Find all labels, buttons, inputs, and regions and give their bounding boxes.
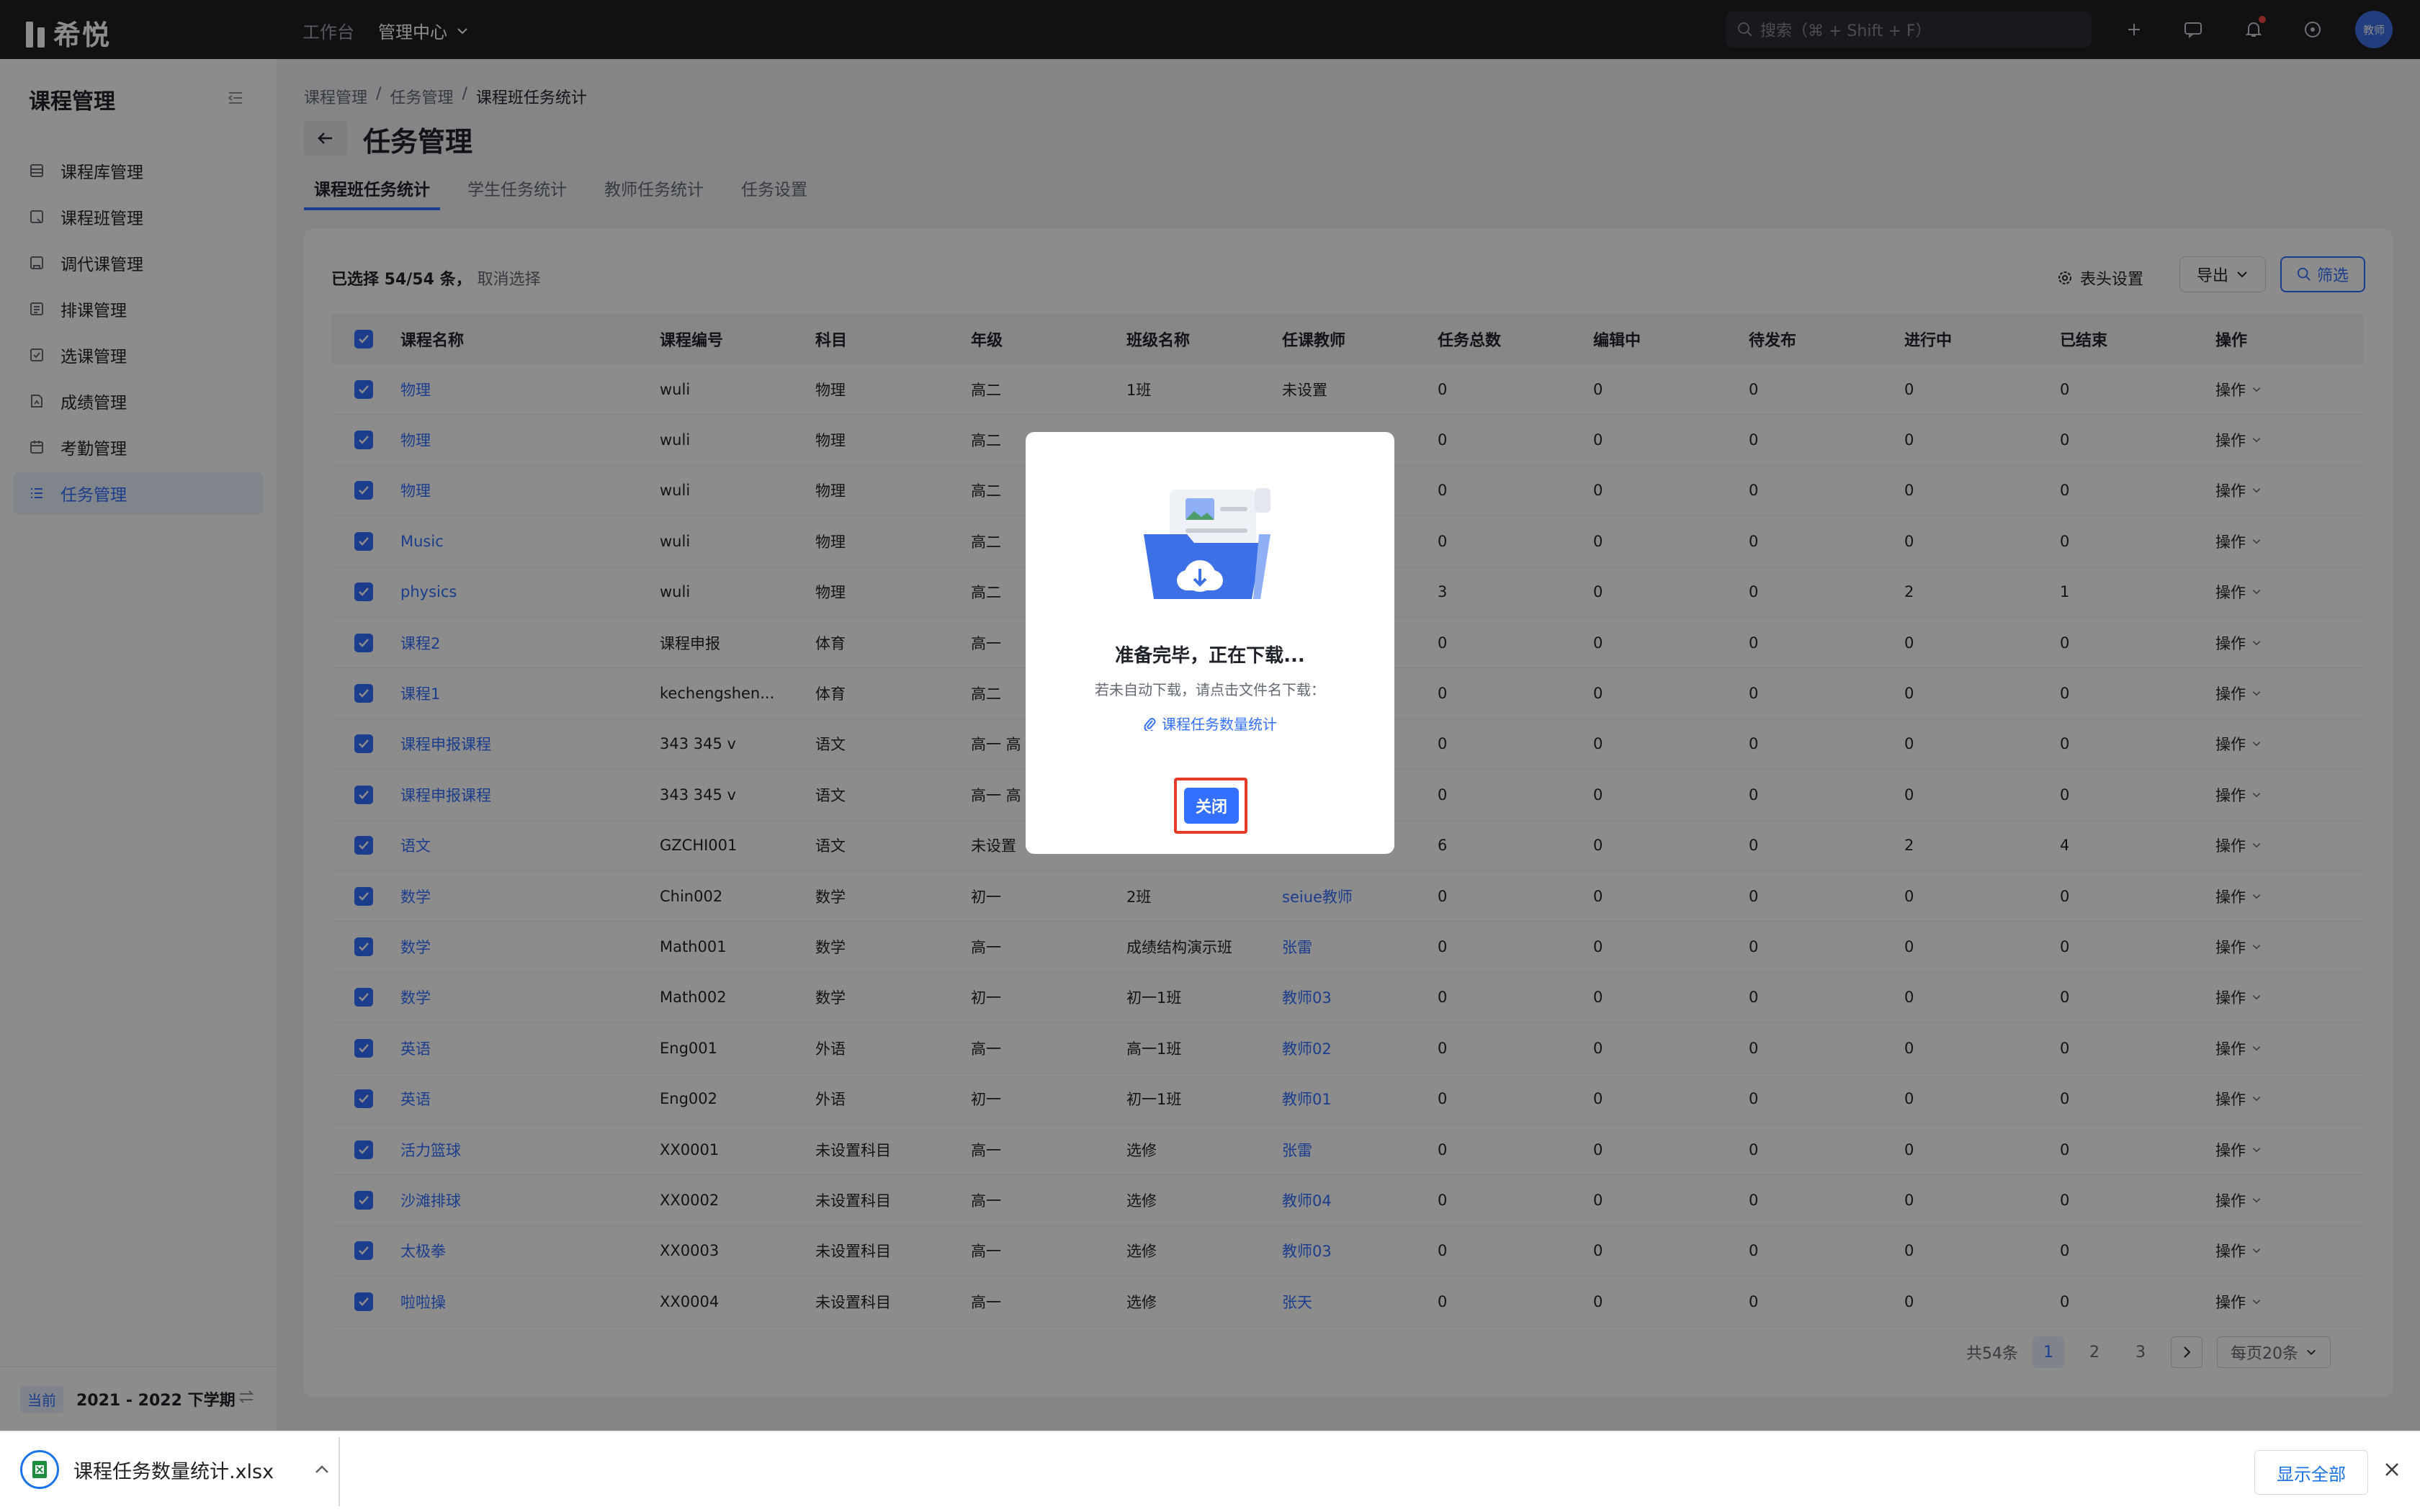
file-link-label: 课程任务数量统计 xyxy=(1162,716,1277,733)
browser-download-bar: 课程任务数量统计.xlsx 显示全部 xyxy=(0,1431,2420,1512)
show-all-button[interactable]: 显示全部 xyxy=(2254,1450,2368,1495)
divider xyxy=(339,1437,340,1506)
close-button-highlight: 关闭 xyxy=(1174,778,1247,834)
close-icon[interactable] xyxy=(2383,1460,2401,1479)
modal-subtitle: 若未自动下载，请点击文件名下载： xyxy=(1095,681,1325,698)
modal-title: 准备完毕，正在下载... xyxy=(1115,645,1305,667)
excel-file-icon xyxy=(20,1450,59,1489)
chevron-up-icon[interactable] xyxy=(314,1464,330,1475)
close-button[interactable]: 关闭 xyxy=(1184,788,1239,824)
file-download-link[interactable]: 课程任务数量统计 xyxy=(1026,713,1394,734)
download-modal: 准备完毕，正在下载... 若未自动下载，请点击文件名下载： 课程任务数量统计 关… xyxy=(1026,432,1394,854)
download-filename: 课程任务数量统计.xlsx xyxy=(73,1460,274,1483)
paperclip-icon xyxy=(1143,716,1156,731)
download-item[interactable]: 课程任务数量统计.xlsx xyxy=(20,1450,330,1489)
folder-download-icon xyxy=(1141,484,1279,605)
